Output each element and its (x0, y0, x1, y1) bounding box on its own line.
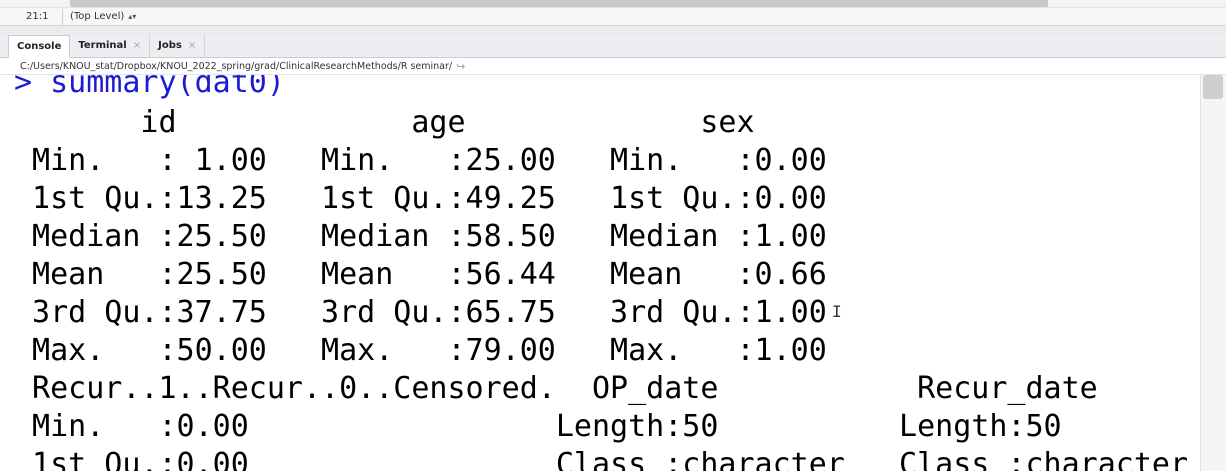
tab-console-label: Console (17, 41, 62, 52)
editor-horizontal-scrollbar[interactable] (0, 0, 1226, 8)
console-output-line: 1st Qu.:0.00 Class :character Class :cha… (14, 447, 1200, 471)
horizontal-scroll-thumb[interactable] (70, 0, 1048, 7)
console-output-line: 3rd Qu.:37.75 3rd Qu.:65.75 3rd Qu.:1.00 (14, 295, 863, 330)
tab-terminal-label: Terminal (78, 40, 127, 51)
cursor-position: 21:1 (26, 11, 49, 22)
share-arrow-icon[interactable]: ↪ (456, 60, 465, 73)
scope-label: (Top Level) (70, 11, 125, 22)
console-tab-bar: Console Terminal × Jobs × (0, 34, 1226, 58)
console-output-line: Median :25.50 Median :58.50 Median :1.00 (14, 219, 863, 254)
pane-separator[interactable] (0, 26, 1226, 34)
working-directory-bar: C:/Users/KNOU_stat/Dropbox/KNOU_2022_spr… (0, 58, 1226, 75)
editor-status-bar: 21:1 (Top Level) ▴▾ (0, 8, 1226, 26)
tab-terminal[interactable]: Terminal × (70, 34, 151, 57)
console-prompt-line: > summary(dat0) (14, 75, 285, 100)
console-vertical-scrollbar[interactable] (1200, 75, 1226, 471)
console-output-line: Min. :0.00 Length:50 Length:50 (14, 409, 1200, 444)
console-output-line: id age sex (14, 105, 863, 140)
console-output-line: Min. : 1.00 Min. :25.00 Min. :0.00 (14, 143, 863, 178)
rstudio-console-pane: 21:1 (Top Level) ▴▾ Console Terminal × J… (0, 0, 1226, 471)
tab-jobs[interactable]: Jobs × (150, 34, 206, 57)
close-icon[interactable]: × (188, 40, 196, 51)
console-output-line: 1st Qu.:13.25 1st Qu.:49.25 1st Qu.:0.00 (14, 181, 863, 216)
close-icon[interactable]: × (133, 40, 141, 51)
console-output-line: Mean :25.50 Mean :56.44 Mean :0.66 (14, 257, 863, 292)
tab-jobs-label: Jobs (158, 40, 182, 51)
working-directory-path: C:/Users/KNOU_stat/Dropbox/KNOU_2022_spr… (20, 60, 453, 72)
i-beam-cursor-icon: I (832, 302, 842, 321)
console-output-line: Recur..1..Recur..0..Censored. OP_date Re… (14, 371, 1200, 406)
console-output-line: Max. :50.00 Max. :79.00 Max. :1.00 (14, 333, 863, 368)
status-divider (62, 9, 63, 25)
tab-console[interactable]: Console (8, 35, 71, 58)
scope-selector[interactable]: (Top Level) ▴▾ (70, 11, 136, 22)
console-output[interactable]: > summary(dat0) id age sex Min. : 1.00 M… (0, 75, 1200, 471)
vertical-scroll-thumb[interactable] (1203, 75, 1223, 99)
updown-caret-icon: ▴▾ (128, 12, 137, 21)
